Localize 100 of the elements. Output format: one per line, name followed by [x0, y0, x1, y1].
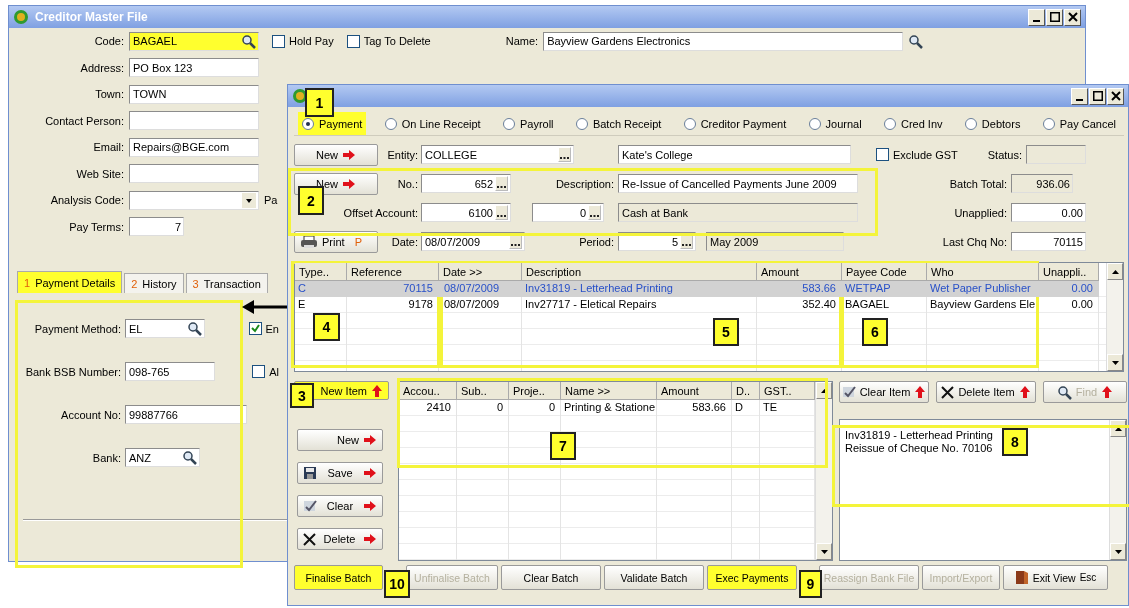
scroll-down-button[interactable] [1107, 354, 1123, 371]
column-header[interactable]: Accou.. [399, 382, 457, 400]
table-cell[interactable]: 08/07/2009 [439, 297, 522, 313]
input-field[interactable]: ANZ [125, 448, 200, 467]
radio-button[interactable] [502, 117, 515, 130]
input-field[interactable]: 70115 [1011, 232, 1086, 251]
radio-button[interactable] [964, 117, 977, 130]
browse-button[interactable] [588, 205, 601, 220]
radio-button[interactable] [883, 117, 896, 130]
table-cell[interactable]: Bayview Gardens Ele [927, 297, 1039, 313]
scroll-up-button[interactable] [1107, 263, 1123, 280]
table-cell[interactable]: 583.66 [757, 281, 842, 297]
table-cell[interactable]: 0.00 [1039, 297, 1099, 313]
input-field[interactable]: 6100 [421, 203, 511, 222]
input-field[interactable]: 99887766 [125, 405, 247, 424]
input-field[interactable]: 0 [532, 203, 604, 222]
column-header[interactable]: Unappli.. [1039, 263, 1099, 281]
input-field[interactable]: Kate's College [618, 145, 851, 164]
maximize-button[interactable] [1089, 87, 1106, 105]
input-field[interactable]: PO Box 123 [129, 58, 259, 78]
input-field[interactable]: 7 [129, 217, 184, 237]
radio-option[interactable]: On Line Receipt [380, 112, 485, 135]
column-header[interactable]: Who [927, 263, 1039, 281]
input-field[interactable] [129, 111, 259, 131]
radio-button[interactable] [384, 117, 397, 130]
radio-option[interactable]: Pay Cancel [1038, 112, 1120, 135]
column-header[interactable]: D.. [732, 382, 760, 400]
button[interactable]: Delete Item [936, 381, 1036, 403]
button[interactable]: Validate Batch [604, 565, 704, 590]
radio-option[interactable]: Debtors [960, 112, 1025, 135]
column-header[interactable]: Amount [657, 382, 732, 400]
browse-button[interactable] [495, 176, 508, 191]
table-cell[interactable]: C [295, 281, 347, 297]
input-field[interactable]: Repairs@BGE.com [129, 137, 259, 157]
input-field[interactable]: 098-765 [125, 362, 215, 381]
column-header[interactable]: Type.. [295, 263, 347, 281]
radio-option[interactable]: Batch Receipt [571, 112, 666, 135]
column-header[interactable]: Name >> [561, 382, 657, 400]
button[interactable]: Exit View Esc [1003, 565, 1108, 590]
input-field[interactable]: Re-Issue of Cancelled Payments June 2009 [618, 174, 858, 193]
memo-text[interactable]: Inv31819 - Letterhead Printing Reissue of Cheque No. 70106 [845, 429, 993, 455]
close-button[interactable] [1064, 8, 1081, 26]
input-field[interactable]: COLLEGE [421, 145, 574, 164]
button[interactable]: Clear [297, 495, 383, 517]
browse-button[interactable] [495, 205, 508, 220]
scroll-down-button[interactable] [1110, 543, 1126, 560]
radio-option[interactable]: Cred Inv [879, 112, 947, 135]
table-cell[interactable]: 9178 [347, 297, 439, 313]
table-cell[interactable]: 08/07/2009 [439, 281, 522, 297]
column-header[interactable]: Proje.. [509, 382, 561, 400]
input-field[interactable]: 0.00 [1011, 203, 1086, 222]
button[interactable]: Delete [297, 528, 383, 550]
button[interactable]: New [297, 429, 383, 451]
column-header[interactable]: Sub.. [457, 382, 509, 400]
column-header[interactable]: Description [522, 263, 757, 281]
scroll-down-button[interactable] [816, 543, 832, 560]
input-field[interactable]: TOWN [129, 84, 259, 104]
table-cell[interactable]: Inv31819 - Letterhead Printing [522, 281, 757, 297]
print-button[interactable]: Print P [294, 230, 378, 253]
table-cell[interactable]: 0.00 [1039, 281, 1099, 297]
column-header[interactable]: Payee Code [842, 263, 927, 281]
button[interactable]: Clear Batch [501, 565, 601, 590]
table-cell[interactable]: E [295, 297, 347, 313]
tab[interactable]: 3 Transaction [185, 273, 268, 293]
checkbox[interactable] [876, 148, 889, 161]
new-button[interactable]: New [294, 143, 378, 166]
table-cell[interactable]: Inv27717 - Eletical Repairs [522, 297, 757, 313]
button[interactable]: Clear Item [839, 381, 929, 403]
minimize-button[interactable] [1028, 8, 1045, 26]
checkbox[interactable] [248, 322, 262, 335]
table-cell[interactable]: BAGAEL [842, 297, 927, 313]
table-cell[interactable]: Wet Paper Publisher [927, 281, 1039, 297]
input-field[interactable]: BAGAEL [129, 31, 259, 51]
checkbox[interactable] [252, 365, 266, 378]
radio-option[interactable]: Payroll [498, 112, 558, 135]
column-header[interactable]: Amount [757, 263, 842, 281]
button[interactable]: Save [297, 462, 383, 484]
close-button[interactable] [1107, 87, 1124, 105]
column-header[interactable]: Date >> [439, 263, 522, 281]
button[interactable]: Exec Payments [707, 565, 797, 590]
tab[interactable]: 1 Payment Details [17, 271, 123, 293]
input-field[interactable]: 652 [421, 174, 511, 193]
radio-option[interactable]: Creditor Payment [679, 112, 791, 135]
input-field[interactable]: Bayview Gardens Electronics [543, 31, 904, 51]
table-cell[interactable]: 70115 [347, 281, 439, 297]
button[interactable]: Finalise Batch [294, 565, 383, 590]
radio-button[interactable] [683, 117, 696, 130]
radio-button[interactable] [808, 117, 821, 130]
maximize-button[interactable] [1046, 8, 1063, 26]
minimize-button[interactable] [1071, 87, 1088, 105]
checkbox[interactable] [272, 34, 285, 48]
input-field[interactable] [129, 164, 259, 184]
tab[interactable]: 2 History [124, 273, 184, 293]
column-header[interactable]: GST.. [760, 382, 815, 400]
column-header[interactable]: Reference [347, 263, 439, 281]
radio-option[interactable]: Journal [804, 112, 866, 135]
radio-button[interactable] [1042, 117, 1055, 130]
radio-button[interactable] [575, 117, 588, 130]
radio-button[interactable] [302, 117, 314, 130]
table-cell[interactable]: 352.40 [757, 297, 842, 313]
